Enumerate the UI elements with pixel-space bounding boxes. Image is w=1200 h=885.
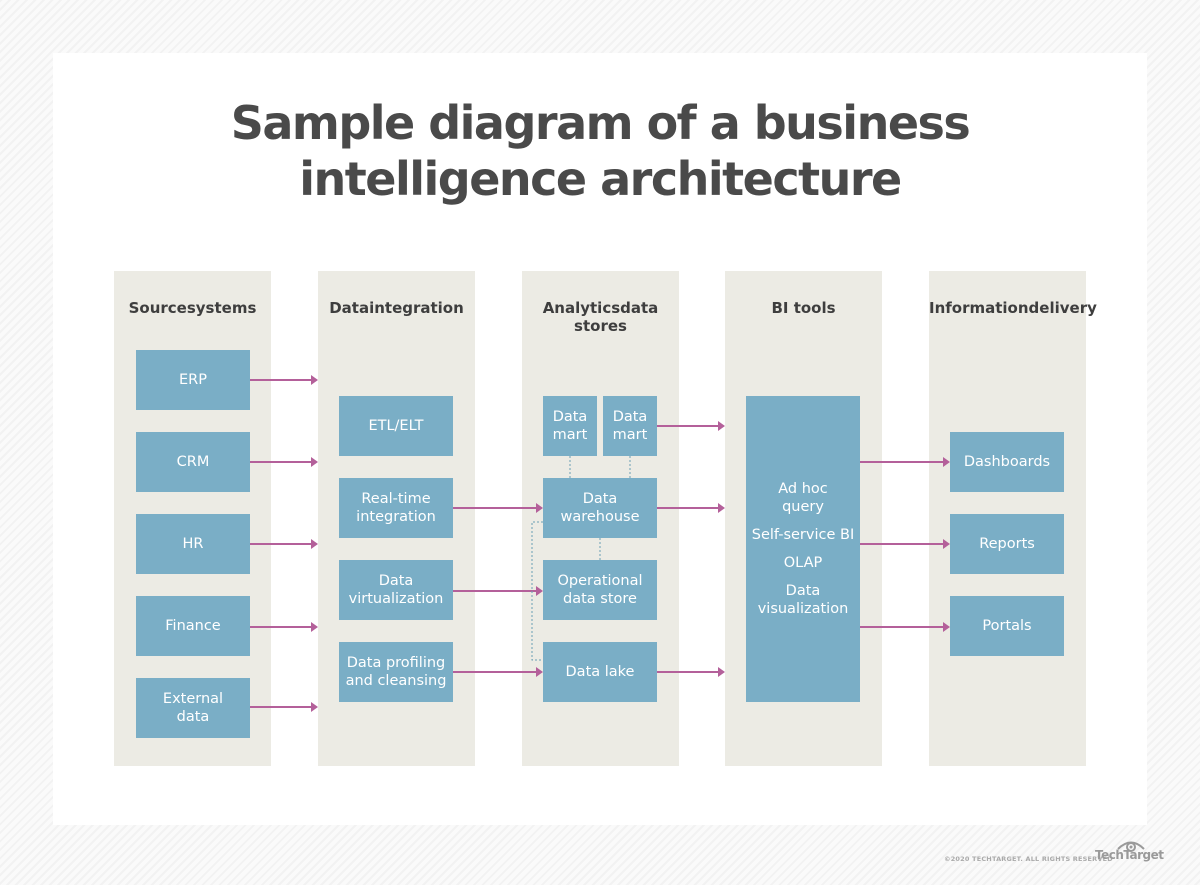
box-hr: HR [136, 514, 250, 574]
box-real-time-integration: Real-time integration [339, 478, 453, 538]
column-heading: Informationdelivery [929, 299, 1097, 317]
box-operational-data-store: Operational data store [543, 560, 657, 620]
box-dashboards: Dashboards [950, 432, 1064, 492]
box-data-mart: Data mart [603, 396, 657, 456]
box-portals: Portals [950, 596, 1064, 656]
title-line-2: intelligence architecture [299, 152, 902, 206]
bi-tool-olap: OLAP [783, 555, 823, 571]
box-data-mart: Data mart [543, 396, 597, 456]
box-data-warehouse: Data warehouse [543, 478, 657, 538]
box-finance: Finance [136, 596, 250, 656]
title-line-1: Sample diagram of a business [230, 96, 971, 150]
bi-tool-self-service-bi: Self-service BI [751, 527, 855, 543]
box-data-lake: Data lake [543, 642, 657, 702]
column-heading: BI tools [771, 299, 836, 317]
column-heading: Sourcesystems [128, 299, 257, 317]
box-reports: Reports [950, 514, 1064, 574]
bi-tool-data-visualization: Data visualization [757, 583, 849, 617]
box-crm: CRM [136, 432, 250, 492]
box-etl-elt: ETL/ELT [339, 396, 453, 456]
column-heading: Analyticsdata stores [542, 299, 659, 335]
box-data-virtualization: Data virtualization [339, 560, 453, 620]
copyright: ©2020 TECHTARGET. ALL RIGHTS RESERVED [944, 855, 1113, 863]
bi-tools-box: Ad hoc query Self-service BI OLAP Data visual… [746, 396, 860, 702]
box-external-data: External data [136, 678, 250, 738]
techtarget-logo: TechTarget [1095, 848, 1164, 862]
column-heading: Dataintegration [329, 299, 464, 317]
diagram-title: Sample diagram of a business intelligenc… [0, 95, 1200, 207]
box-data-profiling-and-cleansing: Data profiling and cleansing [339, 642, 453, 702]
bi-tool-ad-hoc-query: Ad hoc query [778, 481, 828, 515]
box-erp: ERP [136, 350, 250, 410]
